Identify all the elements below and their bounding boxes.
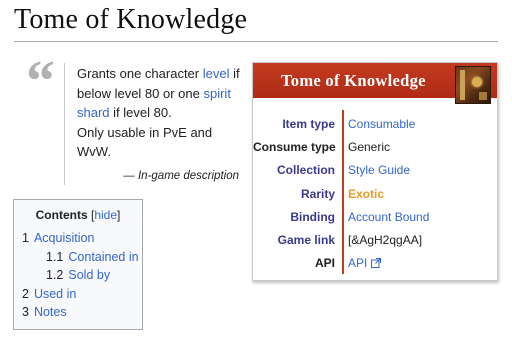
row-label: Game link <box>277 233 335 248</box>
toc-title: Contents <box>35 208 88 222</box>
consume-type-value: Generic <box>348 139 391 154</box>
infobox-title: Tome of Knowledge <box>281 70 426 90</box>
row-label: Item type <box>282 116 335 131</box>
rarity-value: Exotic <box>348 186 385 201</box>
quote-text: Grants one character level if below leve… <box>77 64 245 162</box>
item-infobox: Tome of Knowledge Item type Consumable C… <box>252 62 498 281</box>
level-link[interactable]: level <box>203 66 230 81</box>
toc-item[interactable]: 1.1 Contained in <box>22 248 139 267</box>
toc-list: 1 Acquisition 1.1 Contained in 1.2 Sold by … <box>22 229 139 322</box>
infobox-row-collection: Collection Style Guide <box>253 159 497 182</box>
row-label: Binding <box>290 209 335 224</box>
infobox-row-binding: Binding Account Bound <box>253 205 497 228</box>
toc-hide-link[interactable]: hide <box>94 208 117 222</box>
quote-text-segment: Only usable in PvE and WvW. <box>77 124 213 160</box>
game-link-value[interactable]: [&AgH2qgAA] <box>348 233 422 247</box>
row-label: API <box>314 256 335 271</box>
toc-header: Contents [hide] <box>35 208 121 222</box>
binding-link[interactable]: Account Bound <box>348 210 429 224</box>
api-link[interactable]: API <box>348 256 382 270</box>
quote-icon: “ <box>26 48 55 113</box>
toc-item[interactable]: 3 Notes <box>22 303 134 322</box>
title-divider <box>14 41 498 42</box>
external-link-icon <box>371 258 382 269</box>
book-icon[interactable] <box>455 66 491 104</box>
item-type-link[interactable]: Consumable <box>348 117 415 131</box>
row-label: Rarity <box>300 186 335 201</box>
infobox-row-rarity: Rarity Exotic <box>253 182 497 205</box>
page-title: Tome of Knowledge <box>14 4 248 35</box>
toc-item[interactable]: 1.2 Sold by <box>22 266 134 285</box>
infobox-row-api: API API <box>253 252 497 275</box>
collection-link[interactable]: Style Guide <box>348 163 410 177</box>
row-label: Collection <box>276 163 335 178</box>
table-of-contents: Contents [hide] 1 Acquisition 1.1 Containe… <box>13 199 143 330</box>
quote-text-segment: Grants one character <box>77 66 203 81</box>
infobox-row-item-type: Item type Consumable <box>253 112 497 135</box>
quote-text-segment: if level 80. <box>109 105 172 120</box>
toc-item[interactable]: 1 Acquisition <box>22 229 134 248</box>
infobox-rows: Item type Consumable Consume type Generi… <box>253 112 497 275</box>
infobox-row-game-link: Game link [&AgH2qgAA] <box>253 228 497 251</box>
toc-item[interactable]: 2 Used in <box>22 285 134 304</box>
infobox-row-consume-type: Consume type Generic <box>253 135 497 158</box>
row-label: Consume type <box>253 139 336 154</box>
quote-attribution: — In-game description <box>123 170 239 182</box>
quote-divider <box>64 63 65 185</box>
